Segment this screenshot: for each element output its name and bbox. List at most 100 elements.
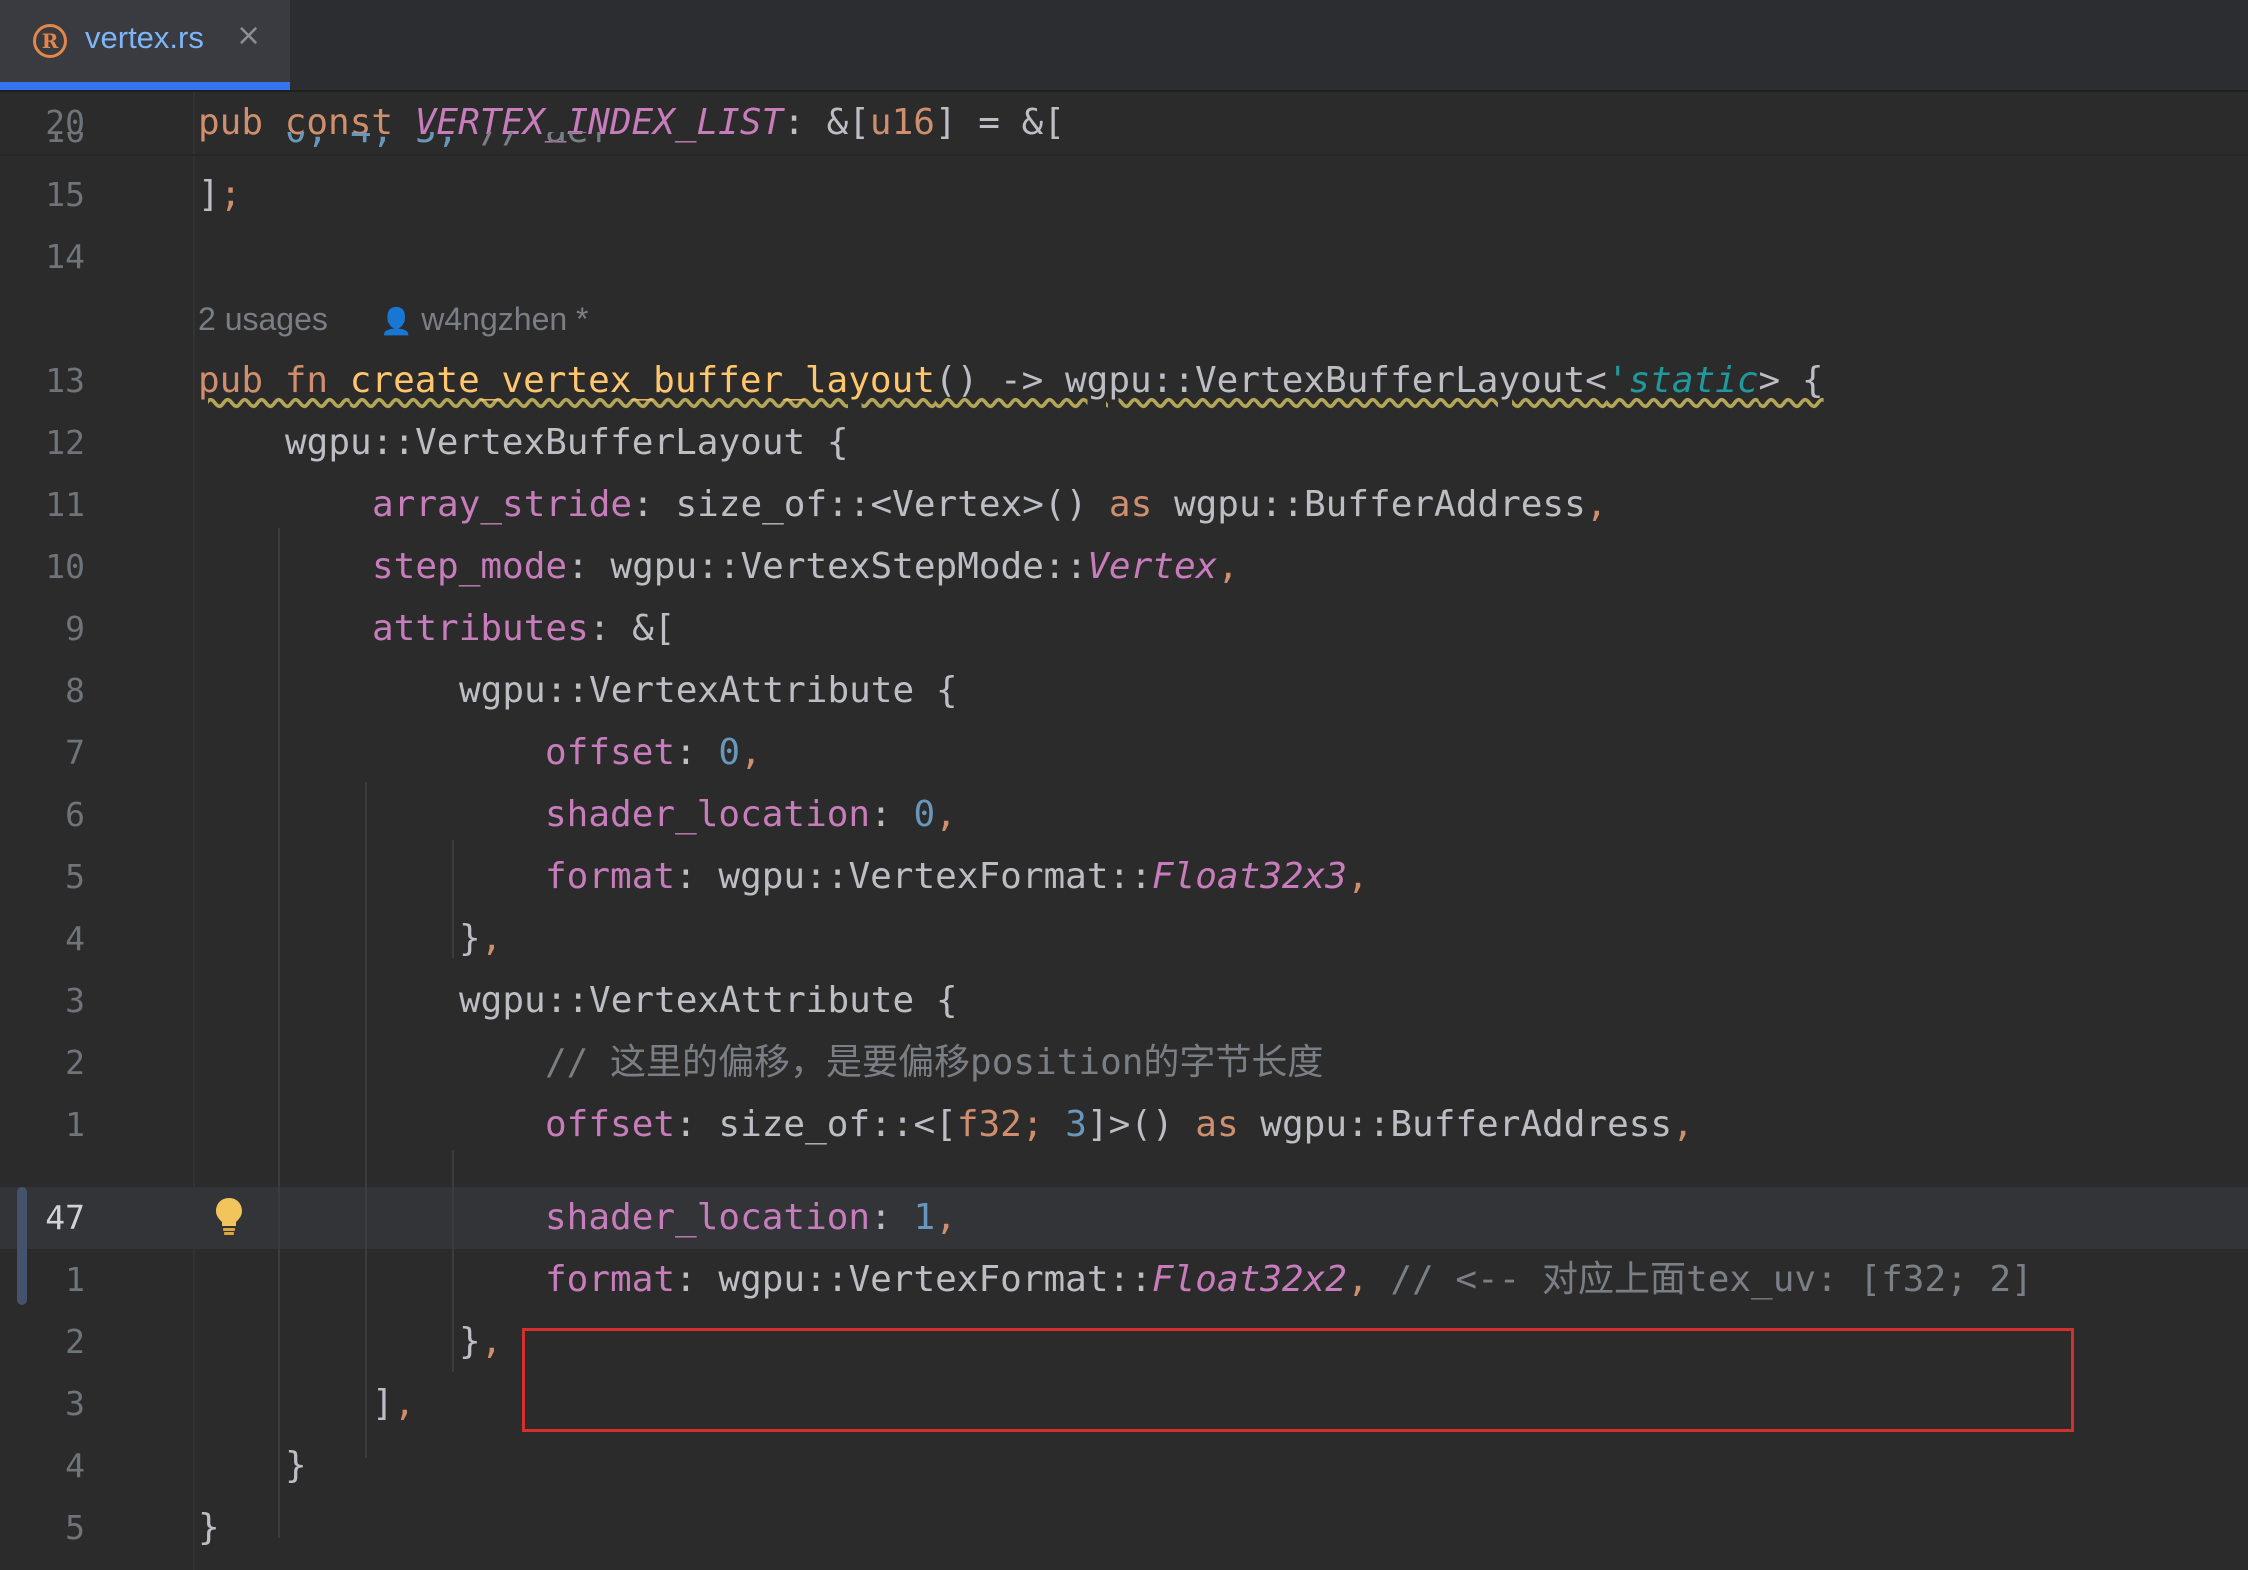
line-number: 14 bbox=[45, 237, 85, 276]
line-number: 8 bbox=[65, 671, 85, 710]
code-line: 3 wgpu::VertexAttribute { bbox=[0, 970, 2248, 1032]
code-line: 8 wgpu::VertexAttribute { bbox=[0, 660, 2248, 722]
code-line: 12 wgpu::VertexBufferLayout { bbox=[0, 412, 2248, 474]
tab-vertex-rs[interactable]: R vertex.rs × bbox=[0, 0, 290, 90]
code-token: 0 bbox=[913, 794, 936, 835]
code-token: offset bbox=[545, 1104, 676, 1145]
code-line: 4 }, bbox=[0, 908, 2248, 970]
code-token: wgpu::BufferAddress bbox=[1238, 1104, 1673, 1145]
usages-hint[interactable]: 2 usages bbox=[198, 288, 328, 350]
code-token: step_mode bbox=[372, 546, 568, 587]
code-token: as bbox=[1195, 1104, 1239, 1145]
code-token: : wgpu::VertexFormat:: bbox=[675, 1259, 1152, 1300]
code-line: 1 offset: size_of::<[f32; 3]>() as wgpu:… bbox=[0, 1094, 2248, 1156]
code-text: } bbox=[285, 1445, 307, 1486]
code-text: }, bbox=[459, 1311, 502, 1373]
code-text: attributes: &[ bbox=[372, 598, 675, 660]
code-text: step_mode: wgpu::VertexStepMode::Vertex, bbox=[372, 536, 1239, 598]
code-text: wgpu::VertexAttribute { bbox=[459, 670, 958, 711]
code-token: Float32x3 bbox=[1151, 856, 1347, 897]
code-text: offset: 0, bbox=[545, 722, 762, 784]
line-number: 10 bbox=[45, 547, 85, 586]
code-line: 6 shader_location: 0, bbox=[0, 784, 2248, 846]
code-line: 2 // 这里的偏移，是要偏移position的字节长度 bbox=[0, 1032, 2248, 1094]
code-line: 15 ]; bbox=[0, 164, 2248, 226]
code-text: wgpu::VertexBufferLayout { bbox=[285, 422, 849, 463]
code-token: pub fn bbox=[198, 360, 350, 401]
user-icon: 👤 bbox=[380, 306, 413, 336]
code-token: , bbox=[1346, 856, 1369, 897]
code-line: 1 format: wgpu::VertexFormat::Float32x2,… bbox=[0, 1249, 2248, 1311]
code-text: format: wgpu::VertexFormat::Float32x2, /… bbox=[545, 1249, 2033, 1311]
code-comment: // 这里的偏移，是要偏移position的字节长度 bbox=[545, 1042, 1324, 1083]
code-token: , bbox=[1346, 1259, 1369, 1300]
code-line: 5 format: wgpu::VertexFormat::Float32x3, bbox=[0, 846, 2248, 908]
line-number: 5 bbox=[65, 857, 85, 896]
code-text: } bbox=[198, 1507, 220, 1548]
line-number: 1 bbox=[65, 1260, 85, 1299]
code-token: 1 bbox=[913, 1197, 936, 1238]
code-token: : size_of::<Vertex>() bbox=[632, 484, 1109, 525]
line-number: 7 bbox=[65, 733, 85, 772]
code-text: shader_location: 1, bbox=[545, 1187, 957, 1249]
line-number: 9 bbox=[65, 609, 85, 648]
line-number: 5 bbox=[65, 1508, 85, 1547]
line-number: 12 bbox=[45, 423, 85, 462]
line-number: 6 bbox=[65, 795, 85, 834]
line-number: 2 bbox=[65, 1322, 85, 1361]
close-icon[interactable]: × bbox=[236, 18, 261, 53]
code-line: 13 pub fn create_vertex_buffer_layout() … bbox=[0, 350, 2248, 412]
line-number: 13 bbox=[45, 361, 85, 400]
code-text: wgpu::VertexAttribute { bbox=[459, 980, 958, 1021]
code-line: 5 } bbox=[0, 1497, 2248, 1559]
code-text: ]; bbox=[198, 164, 241, 226]
code-token: : wgpu::VertexFormat:: bbox=[675, 856, 1152, 897]
code-token: () -> wgpu::VertexBufferLayout< bbox=[934, 360, 1607, 401]
code-line: 4 } bbox=[0, 1435, 2248, 1497]
code-token: f32 bbox=[956, 1104, 1022, 1145]
code-token: : wgpu::VertexStepMode:: bbox=[567, 546, 1088, 587]
code-token: array_stride bbox=[372, 484, 633, 525]
active-tab-indicator bbox=[0, 82, 290, 90]
code-text: }, bbox=[459, 908, 502, 970]
code-token: shader_location bbox=[545, 1197, 871, 1238]
code-token: 0, 4, 5, bbox=[285, 132, 480, 151]
lightbulb-icon[interactable] bbox=[214, 1196, 244, 1236]
rust-file-icon: R bbox=[33, 24, 67, 58]
line-number: 1 bbox=[65, 1105, 85, 1144]
code-line: 14 bbox=[0, 226, 2248, 288]
tab-title: vertex.rs bbox=[85, 20, 204, 55]
inlay-hints: 2 usages 👤 w4ngzhen * bbox=[0, 288, 2248, 350]
code-line: 10 step_mode: wgpu::VertexStepMode::Vert… bbox=[0, 536, 2248, 598]
code-token: : bbox=[870, 794, 914, 835]
code-line-current: 47 shader_location: 1, bbox=[0, 1187, 2248, 1249]
code-token: 'static bbox=[1606, 360, 1759, 401]
code-text: 0, 4, 5, // aef bbox=[285, 132, 610, 162]
code-token: , bbox=[1585, 484, 1608, 525]
code-editor[interactable]: 20 pub const VERTEX_INDEX_LIST: &[u16] =… bbox=[0, 92, 2248, 1570]
code-token: offset bbox=[545, 732, 676, 773]
code-token: Float32x2 bbox=[1151, 1259, 1347, 1300]
code-text: array_stride: size_of::<Vertex>() as wgp… bbox=[372, 474, 1607, 536]
code-token: : bbox=[870, 1197, 914, 1238]
code-line: 7 offset: 0, bbox=[0, 722, 2248, 784]
line-number: 47 bbox=[45, 1198, 85, 1237]
line-number: 3 bbox=[65, 981, 85, 1020]
code-token: format bbox=[545, 1259, 676, 1300]
line-number: 11 bbox=[45, 485, 85, 524]
code-token: , bbox=[740, 732, 762, 773]
code-token: ; bbox=[219, 174, 242, 215]
code-token: , bbox=[1672, 1104, 1694, 1145]
author-hint[interactable]: 👤 w4ngzhen * bbox=[380, 288, 589, 352]
line-number: 4 bbox=[65, 919, 85, 958]
line-number: 4 bbox=[65, 1446, 85, 1485]
code-line: 16 0, 4, 5, // aef bbox=[0, 132, 2248, 162]
code-token: , bbox=[1217, 546, 1239, 587]
code-token: : &[ bbox=[588, 608, 676, 649]
code-token: 3 bbox=[1065, 1104, 1087, 1145]
code-token: as bbox=[1108, 484, 1153, 525]
code-line: 9 attributes: &[ bbox=[0, 598, 2248, 660]
code-token: ] bbox=[372, 1383, 394, 1424]
code-token: } bbox=[459, 918, 481, 959]
code-text: ], bbox=[372, 1373, 415, 1435]
